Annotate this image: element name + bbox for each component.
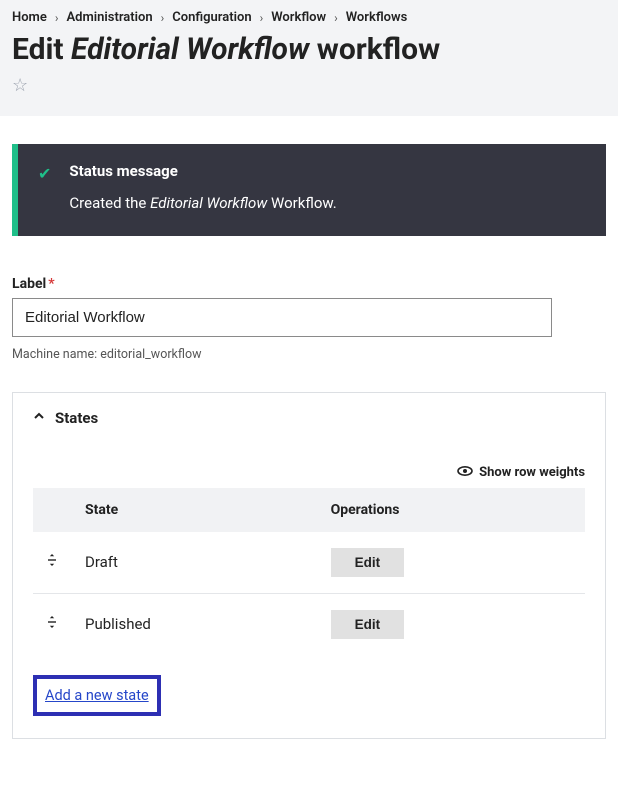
breadcrumb-item-administration[interactable]: Administration bbox=[66, 10, 152, 25]
states-section: States Show row weights State Operations bbox=[12, 392, 606, 739]
table-row: Draft Edit bbox=[33, 532, 585, 594]
chevron-right-icon: › bbox=[161, 11, 165, 25]
states-summary-label: States bbox=[55, 409, 98, 427]
label-field-label: Label* bbox=[12, 276, 606, 292]
chevron-right-icon: › bbox=[260, 11, 264, 25]
status-heading: Status message bbox=[69, 162, 586, 180]
table-header-state: State bbox=[73, 488, 319, 532]
state-name: Draft bbox=[73, 532, 319, 594]
status-body: Status message Created the Editorial Wor… bbox=[69, 162, 586, 212]
edit-button[interactable]: Edit bbox=[331, 548, 405, 577]
check-icon: ✔ bbox=[38, 164, 51, 212]
table-header-operations: Operations bbox=[319, 488, 585, 532]
breadcrumb-item-workflow[interactable]: Workflow bbox=[271, 10, 326, 25]
show-row-weights-link[interactable]: Show row weights bbox=[479, 465, 585, 480]
table-header-handle bbox=[33, 488, 73, 532]
add-state-highlight: Add a new state bbox=[33, 675, 161, 716]
status-message: ✔ Status message Created the Editorial W… bbox=[12, 144, 606, 236]
chevron-right-icon: › bbox=[55, 11, 59, 25]
add-new-state-link[interactable]: Add a new state bbox=[45, 687, 149, 704]
page-title: Edit Editorial Workflow workflow bbox=[12, 31, 606, 69]
machine-name-label: Machine name: bbox=[12, 347, 100, 362]
star-icon[interactable]: ☆ bbox=[12, 75, 28, 96]
chevron-up-icon bbox=[33, 410, 45, 426]
status-prefix: Created the bbox=[69, 194, 150, 212]
breadcrumb: Home › Administration › Configuration › … bbox=[12, 10, 606, 25]
machine-name-text: Machine name: editorial_workflow bbox=[12, 347, 606, 362]
table-row: Published Edit bbox=[33, 593, 585, 655]
page-title-suffix: workflow bbox=[309, 32, 440, 67]
breadcrumb-item-workflows[interactable]: Workflows bbox=[346, 10, 408, 25]
states-table: State Operations Dr bbox=[33, 488, 585, 655]
edit-button[interactable]: Edit bbox=[331, 610, 405, 639]
status-suffix: Workflow. bbox=[267, 194, 336, 212]
eye-icon bbox=[457, 465, 473, 480]
machine-name-value: editorial_workflow bbox=[100, 347, 201, 362]
label-input[interactable] bbox=[12, 298, 552, 337]
state-name: Published bbox=[73, 593, 319, 655]
page-title-prefix: Edit bbox=[12, 32, 71, 67]
breadcrumb-item-home[interactable]: Home bbox=[12, 10, 47, 25]
label-text: Label bbox=[12, 276, 46, 292]
drag-handle-icon[interactable] bbox=[45, 553, 59, 571]
drag-handle-icon[interactable] bbox=[45, 615, 59, 633]
chevron-right-icon: › bbox=[334, 11, 338, 25]
required-mark: * bbox=[48, 276, 54, 292]
status-text: Created the Editorial Workflow Workflow. bbox=[69, 194, 586, 212]
breadcrumb-item-configuration[interactable]: Configuration bbox=[172, 10, 251, 25]
page-title-em: Editorial Workflow bbox=[71, 32, 309, 67]
states-summary[interactable]: States bbox=[33, 409, 585, 427]
status-em: Editorial Workflow bbox=[150, 194, 267, 212]
